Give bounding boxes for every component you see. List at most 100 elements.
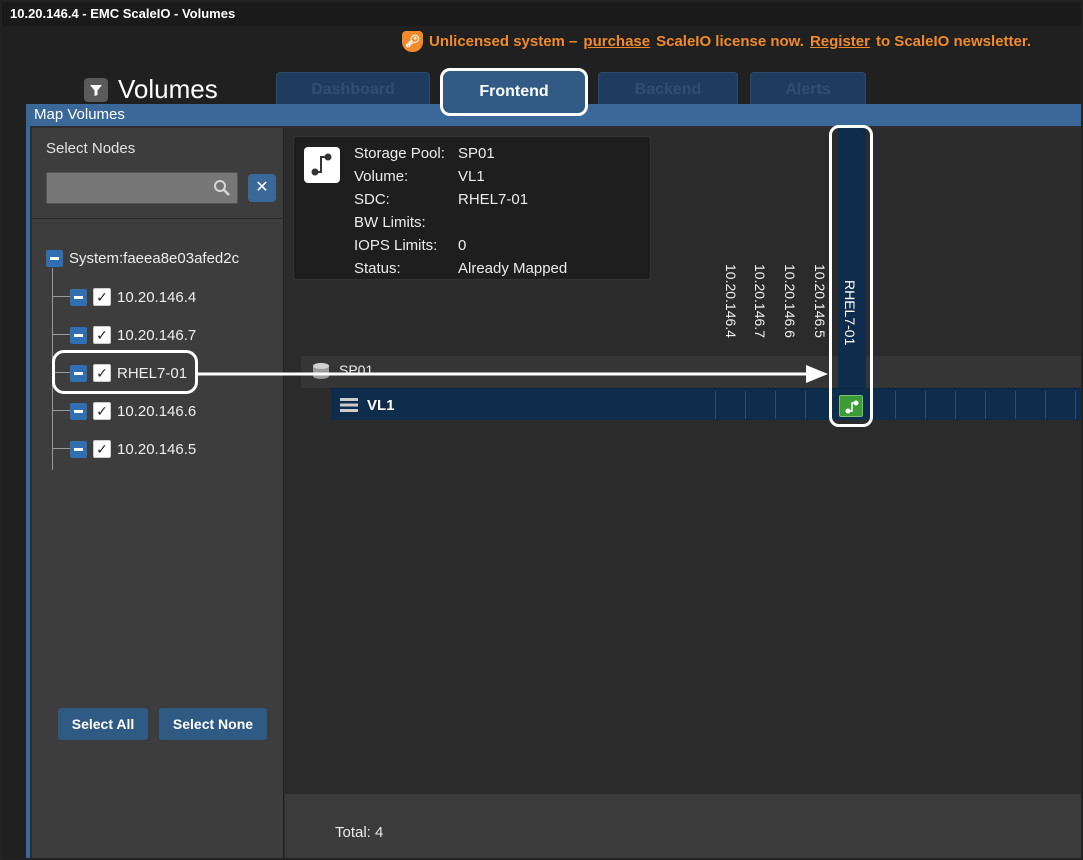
key-icon: 🔑︎ <box>402 30 423 52</box>
tree-node-label: 10.20.146.4 <box>117 288 197 306</box>
app-window: 10.20.146.4 - EMC ScaleIO - Volumes 🔑︎ U… <box>0 0 1083 860</box>
tab-frontend[interactable]: Frontend <box>440 68 588 116</box>
checkbox[interactable]: ✓ <box>93 402 111 420</box>
banner-middle: ScaleIO license now. <box>656 32 804 50</box>
mapping-info-card: Storage Pool: SP01 Volume: VL1 SDC: RHEL7-0… <box>293 136 651 280</box>
purchase-link[interactable]: purchase <box>583 33 650 50</box>
node-selector: Select Nodes ✕ System:faeea8e03afed2c ✓ … <box>32 128 284 858</box>
collapse-icon[interactable] <box>70 402 87 420</box>
column-header[interactable]: 10.20.146.7 <box>752 264 768 338</box>
checkbox[interactable]: ✓ <box>93 288 111 306</box>
window-title: 10.20.146.4 - EMC ScaleIO - Volumes <box>2 2 1081 26</box>
license-banner: 🔑︎ Unlicensed system – purchase ScaleIO … <box>402 29 1031 53</box>
mapped-cell[interactable] <box>839 395 863 417</box>
tree-connector <box>52 268 53 470</box>
select-none-button[interactable]: Select None <box>159 708 267 740</box>
tree-node-selected[interactable]: ✓ RHEL7-01 <box>70 364 187 382</box>
banner-prefix: Unlicensed system – <box>429 32 578 50</box>
info-row: BW Limits: <box>354 214 458 231</box>
tree-node-label: 10.20.146.6 <box>117 402 197 420</box>
volume-row[interactable]: VL1 <box>331 388 1081 420</box>
info-key: Storage Pool: <box>354 145 445 162</box>
tree-branch <box>52 448 70 449</box>
sdc-column-selected[interactable]: RHEL7-01 <box>838 128 866 420</box>
app-bar: Volumes Dashboard Frontend Backend Alert… <box>2 58 1081 116</box>
tree-node-label: 10.20.146.7 <box>117 326 197 344</box>
tab-backend[interactable]: Backend <box>598 72 738 106</box>
info-row: Status: Already Mapped <box>354 260 567 277</box>
checkbox[interactable]: ✓ <box>93 440 111 458</box>
info-key: BW Limits: <box>354 214 426 231</box>
collapse-icon[interactable] <box>70 440 87 458</box>
filter-icon[interactable] <box>84 77 108 102</box>
map-volumes-panel: Map Volumes Select Nodes ✕ System:faeea8… <box>26 104 1081 858</box>
volume-label: VL1 <box>367 397 395 414</box>
select-all-button[interactable]: Select All <box>58 708 148 740</box>
banner-suffix: to ScaleIO newsletter. <box>875 32 1032 50</box>
page-title-group: Volumes <box>84 74 218 105</box>
map-cell[interactable] <box>805 391 835 419</box>
map-cell[interactable] <box>1045 391 1075 419</box>
map-cell[interactable] <box>895 391 925 419</box>
tree-node-label: 10.20.146.5 <box>117 440 197 458</box>
map-cell[interactable] <box>715 391 745 419</box>
info-value: SP01 <box>458 145 495 162</box>
map-cell[interactable] <box>985 391 1015 419</box>
collapse-icon[interactable] <box>70 364 87 382</box>
volume-icon <box>339 397 359 418</box>
checkbox[interactable]: ✓ <box>93 364 111 382</box>
divider <box>32 218 284 219</box>
collapse-icon[interactable] <box>46 250 63 267</box>
column-header[interactable]: 10.20.146.5 <box>812 264 828 338</box>
mapping-grid-area: Storage Pool: SP01 Volume: VL1 SDC: RHEL7-0… <box>285 125 1081 858</box>
mapping-icon <box>304 147 340 183</box>
tree-node[interactable]: ✓ 10.20.146.5 <box>70 440 196 458</box>
select-nodes-label: Select Nodes <box>46 140 136 157</box>
info-key: IOPS Limits: <box>354 237 438 254</box>
clear-search-button[interactable]: ✕ <box>248 174 276 202</box>
storage-pool-label: SP01 <box>339 362 374 378</box>
register-link[interactable]: Register <box>810 33 870 50</box>
column-header[interactable]: 10.20.146.6 <box>782 264 798 338</box>
tree-branch <box>52 372 70 373</box>
info-row: SDC: RHEL7-01 <box>354 191 528 208</box>
info-key: SDC: <box>354 191 390 208</box>
tab-dashboard[interactable]: Dashboard <box>276 72 430 106</box>
map-cell[interactable] <box>925 391 955 419</box>
tree-branch <box>52 410 70 411</box>
info-row: Volume: VL1 <box>354 168 485 185</box>
tree-root-label: System:faeea8e03afed2c <box>69 250 240 267</box>
info-value: Already Mapped <box>458 260 568 277</box>
collapse-icon[interactable] <box>70 326 87 344</box>
search-icon <box>213 179 231 202</box>
info-value: RHEL7-01 <box>458 191 529 208</box>
map-cell[interactable] <box>1075 391 1081 419</box>
info-value: VL1 <box>458 168 485 185</box>
column-header[interactable]: 10.20.146.4 <box>723 264 739 338</box>
checkbox[interactable]: ✓ <box>93 326 111 344</box>
info-value: 0 <box>458 237 467 254</box>
collapse-icon[interactable] <box>70 288 87 306</box>
page-title: Volumes <box>118 74 218 104</box>
storage-pool-row[interactable]: SP01 <box>301 356 1081 388</box>
tree-root[interactable]: System:faeea8e03afed2c <box>46 250 239 267</box>
database-icon <box>311 362 331 385</box>
tree-branch <box>52 296 70 297</box>
map-cell[interactable] <box>775 391 805 419</box>
tree-node[interactable]: ✓ 10.20.146.4 <box>70 288 196 306</box>
info-row: Storage Pool: SP01 <box>354 145 495 162</box>
tree-node[interactable]: ✓ 10.20.146.6 <box>70 402 196 420</box>
tree-node[interactable]: ✓ 10.20.146.7 <box>70 326 196 344</box>
tree-node-label: RHEL7-01 <box>117 364 188 382</box>
node-search-input[interactable] <box>46 172 238 204</box>
tab-alerts[interactable]: Alerts <box>750 72 866 106</box>
tree-branch <box>52 334 70 335</box>
sdc-column-label: RHEL7-01 <box>842 280 858 346</box>
total-count: Total: 4 <box>335 824 384 841</box>
info-key: Status: <box>354 260 401 277</box>
map-cell[interactable] <box>1015 391 1045 419</box>
info-row: IOPS Limits: 0 <box>354 237 466 254</box>
map-cell[interactable] <box>745 391 775 419</box>
grid-footer: Total: 4 <box>285 794 1081 858</box>
map-cell[interactable] <box>955 391 985 419</box>
